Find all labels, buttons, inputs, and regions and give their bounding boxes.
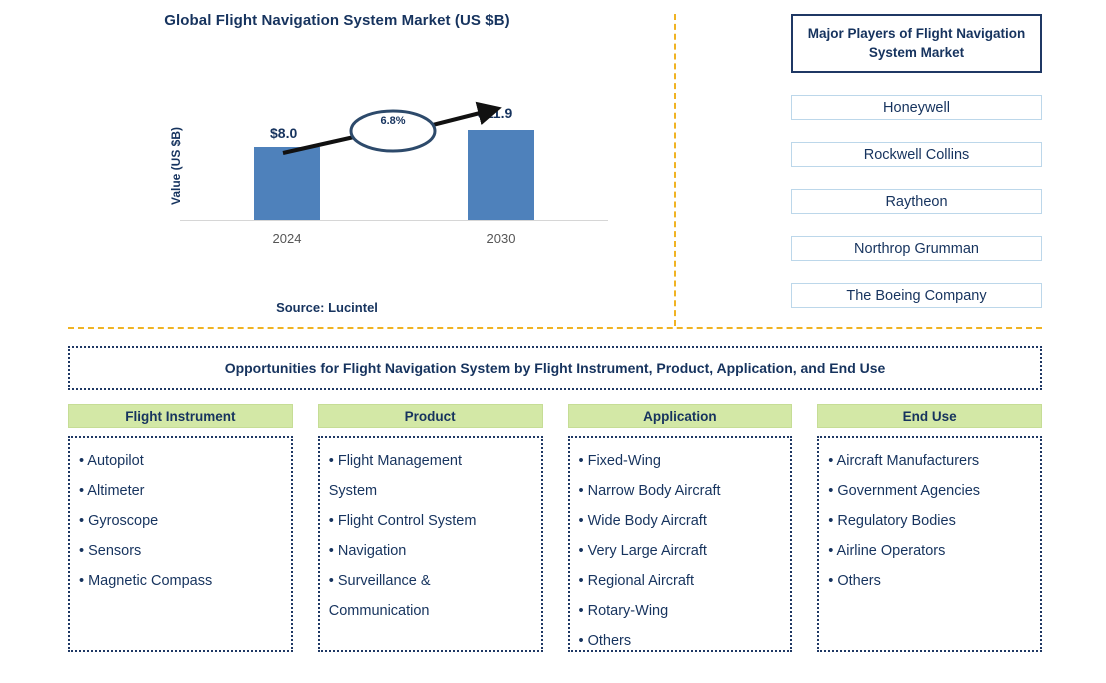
list-item: • Narrow Body Aircraft — [578, 483, 721, 499]
segment-column-flight-instrument: Flight Instrument • Autopilot • Altimete… — [68, 404, 293, 652]
list-item: • Autopilot — [79, 453, 144, 469]
segment-column-end-use: End Use • Aircraft Manufacturers • Gover… — [817, 404, 1042, 652]
list-item: • Flight Control System — [328, 513, 477, 529]
major-players-header: Major Players of Flight Navigation Syste… — [791, 14, 1042, 73]
list-item: • Altimeter — [79, 483, 145, 499]
opportunities-banner: Opportunities for Flight Navigation Syst… — [68, 346, 1042, 390]
segment-header: Product — [317, 404, 543, 428]
list-item: • Fixed-Wing — [578, 453, 661, 469]
list-item: • Others — [828, 573, 881, 589]
player-label: Raytheon — [885, 193, 948, 210]
horizontal-divider — [68, 327, 1042, 329]
list-item: • Others — [578, 633, 632, 649]
list-item: • Rotary-Wing — [578, 603, 669, 619]
source-note: Source: Lucintel — [276, 300, 378, 315]
list-item: • Government Agencies — [828, 483, 981, 499]
player-item-honeywell[interactable]: Honeywell — [791, 95, 1042, 120]
list-item: • Regulatory Bodies — [828, 513, 956, 529]
vertical-divider — [674, 14, 676, 326]
cagr-label: 6.8% — [380, 115, 406, 127]
bar-chart: Value (US $B) $8.0 $11.9 2024 2030 6.8% — [169, 95, 608, 255]
major-players-panel: Major Players of Flight Navigation Syste… — [791, 14, 1042, 308]
list-item: • Surveillance & Communication — [328, 573, 431, 619]
segment-body: • Flight Management System • Flight Cont… — [317, 436, 543, 652]
list-item: • Navigation — [328, 543, 407, 559]
player-label: The Boeing Company — [846, 287, 987, 304]
list-item: • Wide Body Aircraft — [578, 513, 707, 529]
segment-column-application: Application • Fixed-Wing • Narrow Body A… — [567, 404, 793, 652]
market-chart-panel: Global Flight Navigation System Market (… — [0, 0, 674, 326]
list-item: • Flight Management System — [328, 453, 462, 499]
segment-header: Application — [567, 404, 793, 428]
list-item: • Aircraft Manufacturers — [828, 453, 980, 469]
chart-title: Global Flight Navigation System Market (… — [164, 12, 510, 29]
player-label: Honeywell — [883, 99, 950, 116]
list-item: • Sensors — [79, 543, 142, 559]
segment-body: • Aircraft Manufacturers • Government Ag… — [817, 436, 1042, 652]
list-item: • Airline Operators — [828, 543, 946, 559]
segment-column-product: Product • Flight Management System • Fli… — [317, 404, 543, 652]
player-item-northrop-grumman[interactable]: Northrop Grumman — [791, 236, 1042, 261]
segment-header: End Use — [817, 404, 1042, 428]
list-item: • Magnetic Compass — [79, 573, 213, 589]
segment-body: • Fixed-Wing • Narrow Body Aircraft • Wi… — [567, 436, 793, 652]
segment-columns: Flight Instrument • Autopilot • Altimete… — [68, 404, 1042, 652]
list-item: • Regional Aircraft — [578, 573, 695, 589]
player-item-the-boeing-company[interactable]: The Boeing Company — [791, 283, 1042, 308]
player-label: Northrop Grumman — [854, 240, 979, 257]
player-item-rockwell-collins[interactable]: Rockwell Collins — [791, 142, 1042, 167]
segment-body: • Autopilot • Altimeter • Gyroscope • Se… — [68, 436, 293, 652]
segment-header: Flight Instrument — [68, 404, 293, 428]
list-item: • Gyroscope — [79, 513, 159, 529]
list-item: • Very Large Aircraft — [578, 543, 707, 559]
player-label: Rockwell Collins — [863, 146, 970, 163]
player-item-raytheon[interactable]: Raytheon — [791, 189, 1042, 214]
